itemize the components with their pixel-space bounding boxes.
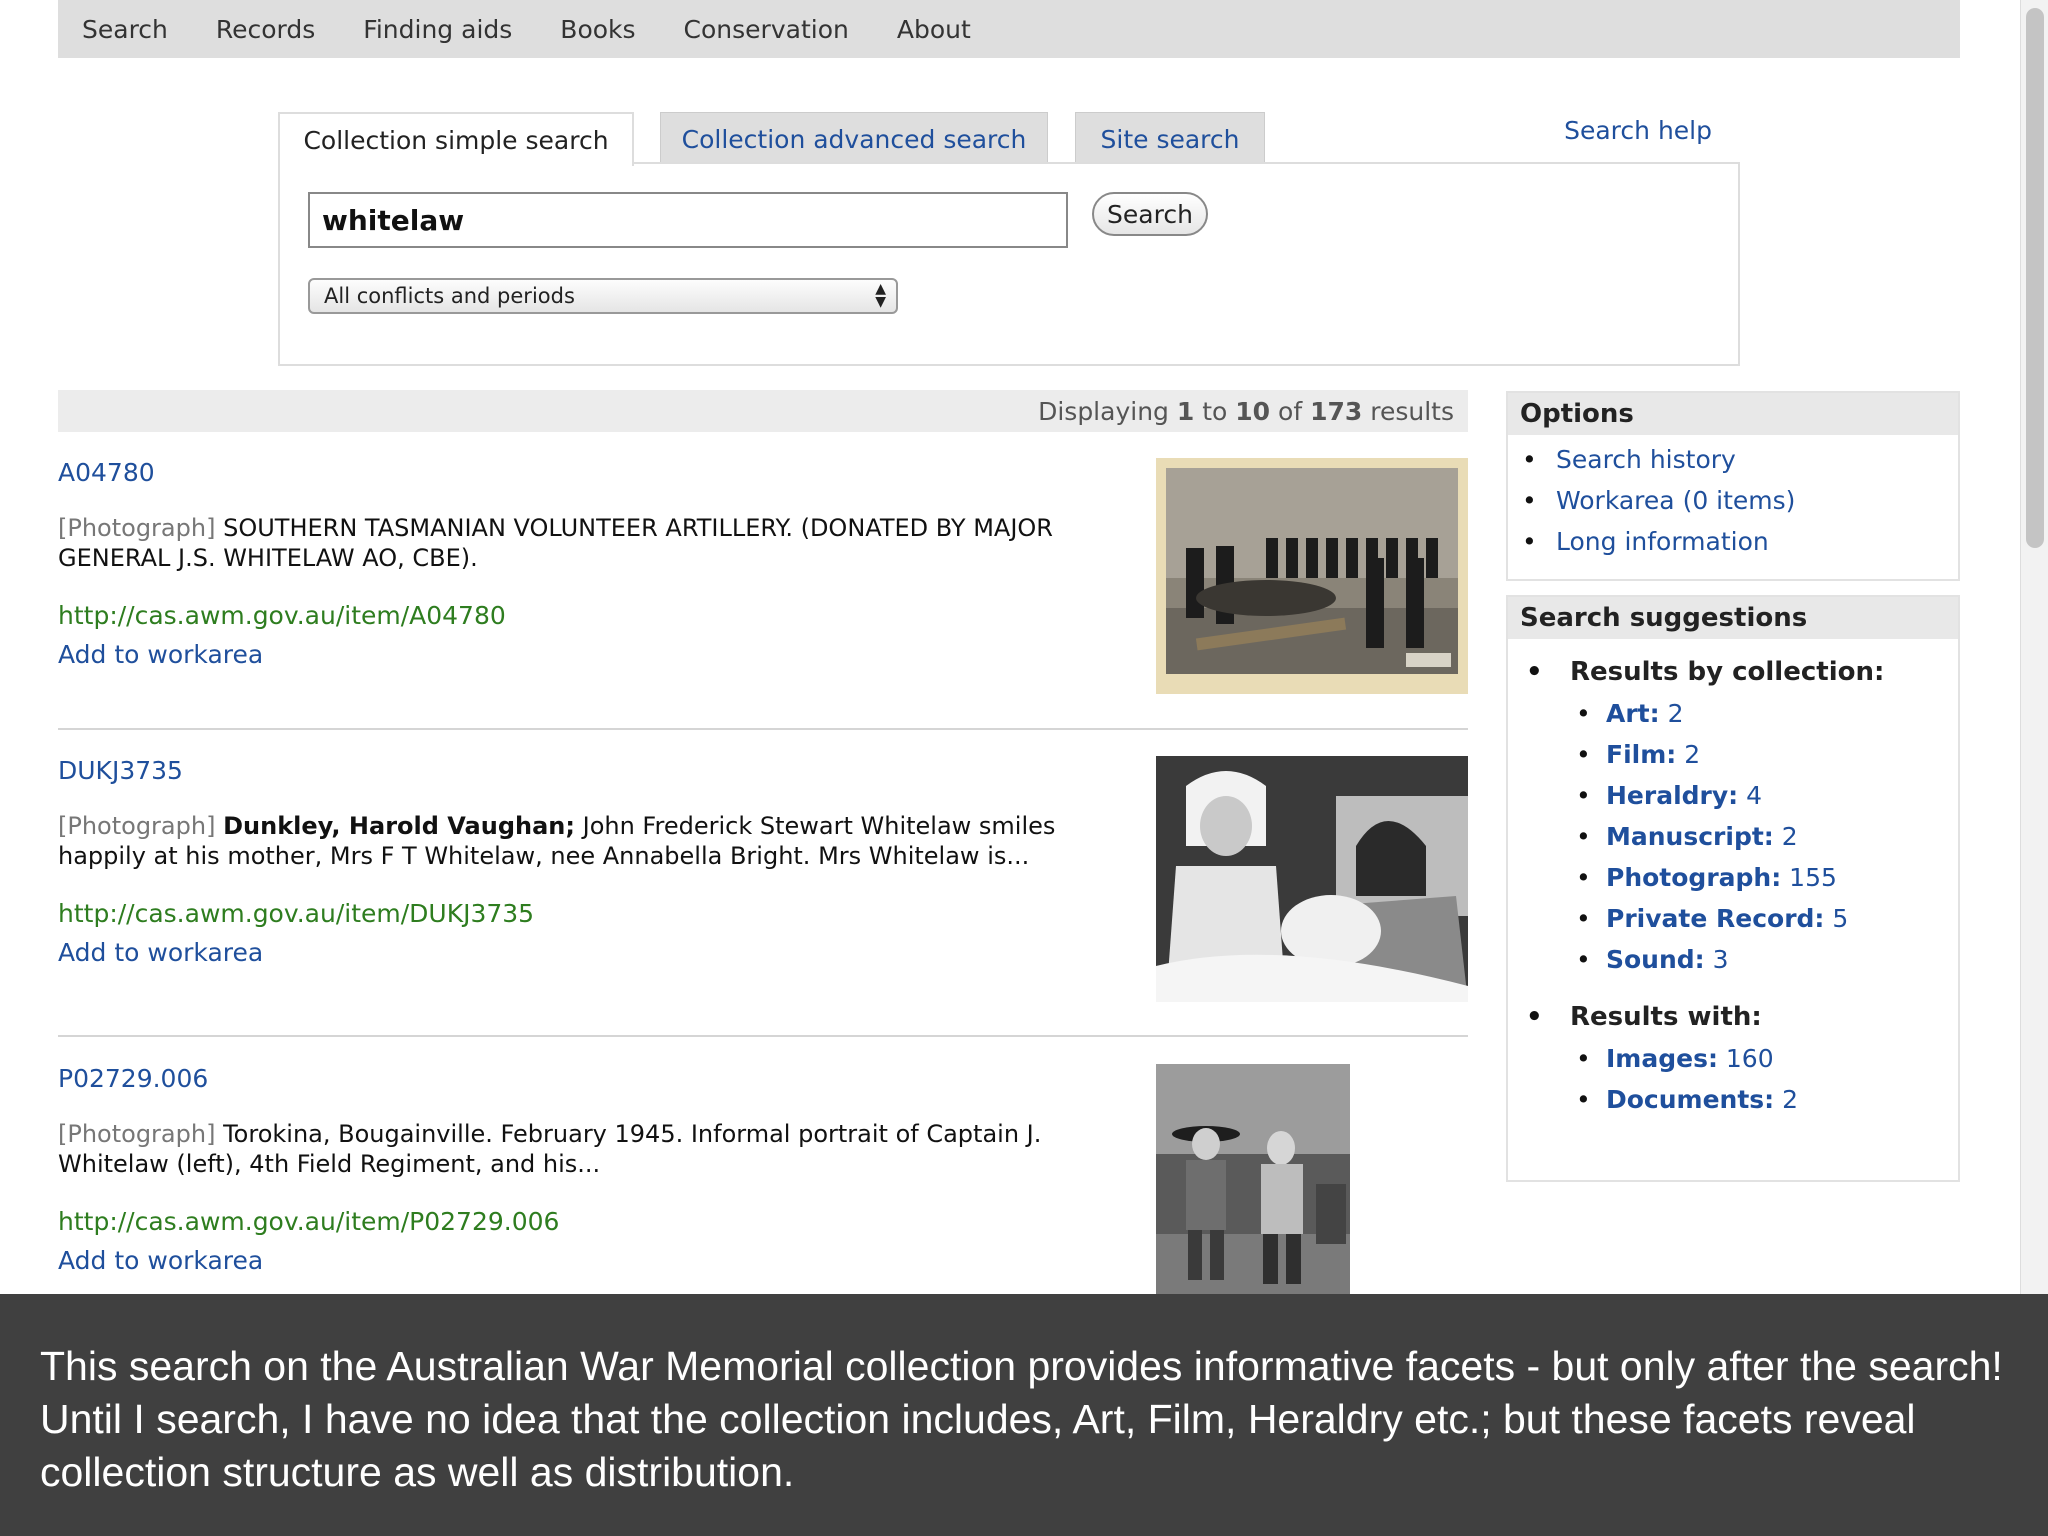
facet-images[interactable]: Images: 160 <box>1508 1038 1958 1079</box>
nav-books[interactable]: Books <box>560 15 635 44</box>
slide-caption: This search on the Australian War Memori… <box>0 1294 2048 1536</box>
nav-finding-aids[interactable]: Finding aids <box>363 15 512 44</box>
option-search-history[interactable]: Search history <box>1508 439 1958 480</box>
results-from: 1 <box>1176 396 1195 426</box>
facet-photograph[interactable]: Photograph: 155 <box>1508 857 1958 898</box>
result-type: [Photograph] <box>58 1120 216 1148</box>
nav-about[interactable]: About <box>897 15 971 44</box>
search-panel: Search All conflicts and periods ▲▼ <box>278 162 1740 366</box>
result-type: [Photograph] <box>58 812 216 840</box>
results-of-word: of <box>1278 396 1303 426</box>
select-arrows-icon: ▲ ▼ <box>875 281 886 310</box>
result-description: [Photograph] Dunkley, Harold Vaughan; Jo… <box>58 811 1138 871</box>
facet-private-record[interactable]: Private Record: 5 <box>1508 898 1958 939</box>
options-panel: Options Search history Workarea (0 items… <box>1506 391 1960 581</box>
facet-heraldry[interactable]: Heraldry: 4 <box>1508 775 1958 816</box>
search-result: DUKJ3735 [Photograph] Dunkley, Harold Va… <box>58 756 1468 1002</box>
results-suffix: results <box>1370 396 1454 426</box>
page-scrollbar[interactable] <box>2020 0 2048 1296</box>
select-value: All conflicts and periods <box>324 284 575 308</box>
tab-collection-simple-search[interactable]: Collection simple search <box>278 112 634 166</box>
results-by-collection-label: Results by collection: <box>1508 657 1958 687</box>
tab-site-search[interactable]: Site search <box>1075 112 1265 166</box>
results-to: 10 <box>1235 396 1271 426</box>
result-divider <box>58 728 1468 730</box>
media-facet-list: Images: 160 Documents: 2 <box>1508 1038 1958 1120</box>
options-heading: Options <box>1508 393 1958 435</box>
search-input[interactable] <box>308 192 1068 248</box>
search-help-link[interactable]: Search help <box>1564 116 1712 145</box>
results-prefix: Displaying <box>1038 396 1169 426</box>
results-count-bar: Displaying 1 to 10 of 173 results <box>58 390 1468 432</box>
facet-film[interactable]: Film: 2 <box>1508 734 1958 775</box>
result-description: [Photograph] Torokina, Bougainville. Feb… <box>58 1119 1138 1179</box>
nav-records[interactable]: Records <box>216 15 315 44</box>
options-list: Search history Workarea (0 items) Long i… <box>1508 435 1958 562</box>
search-button[interactable]: Search <box>1092 192 1208 236</box>
scrollbar-thumb[interactable] <box>2026 8 2044 548</box>
facet-documents[interactable]: Documents: 2 <box>1508 1079 1958 1120</box>
option-workarea[interactable]: Workarea (0 items) <box>1508 480 1958 521</box>
suggestions-heading: Search suggestions <box>1508 597 1958 639</box>
result-type: [Photograph] <box>58 514 216 542</box>
result-description: [Photograph] SOUTHERN TASMANIAN VOLUNTEE… <box>58 513 1138 573</box>
result-author: Dunkley, Harold Vaughan; <box>223 812 575 840</box>
tab-collection-advanced-search[interactable]: Collection advanced search <box>660 112 1048 166</box>
facet-art[interactable]: Art: 2 <box>1508 693 1958 734</box>
search-tabs: Collection simple search Collection adva… <box>278 112 1740 166</box>
results-to-word: to <box>1202 396 1228 426</box>
nav-search[interactable]: Search <box>82 15 168 44</box>
top-navigation: Search Records Finding aids Books Conser… <box>58 0 1960 58</box>
collection-facet-list: Art: 2 Film: 2 Heraldry: 4 Manuscript: 2… <box>1508 693 1958 980</box>
search-suggestions-panel: Search suggestions Results by collection… <box>1506 595 1960 1182</box>
search-result: P02729.006 [Photograph] Torokina, Bougai… <box>58 1064 1468 1294</box>
search-result: A04780 [Photograph] SOUTHERN TASMANIAN V… <box>58 458 1468 694</box>
results-with-label: Results with: <box>1508 1002 1958 1032</box>
result-thumbnail[interactable] <box>1156 458 1468 694</box>
result-thumbnail[interactable] <box>1156 1064 1350 1294</box>
nav-conservation[interactable]: Conservation <box>684 15 849 44</box>
result-thumbnail[interactable] <box>1156 756 1468 1002</box>
result-divider <box>58 1035 1468 1037</box>
results-total: 173 <box>1310 396 1363 426</box>
facet-sound[interactable]: Sound: 3 <box>1508 939 1958 980</box>
conflict-period-select[interactable]: All conflicts and periods ▲ ▼ <box>308 278 898 314</box>
suggestions-body: Results by collection: Art: 2 Film: 2 He… <box>1508 657 1958 1120</box>
option-long-information[interactable]: Long information <box>1508 521 1958 562</box>
facet-manuscript[interactable]: Manuscript: 2 <box>1508 816 1958 857</box>
